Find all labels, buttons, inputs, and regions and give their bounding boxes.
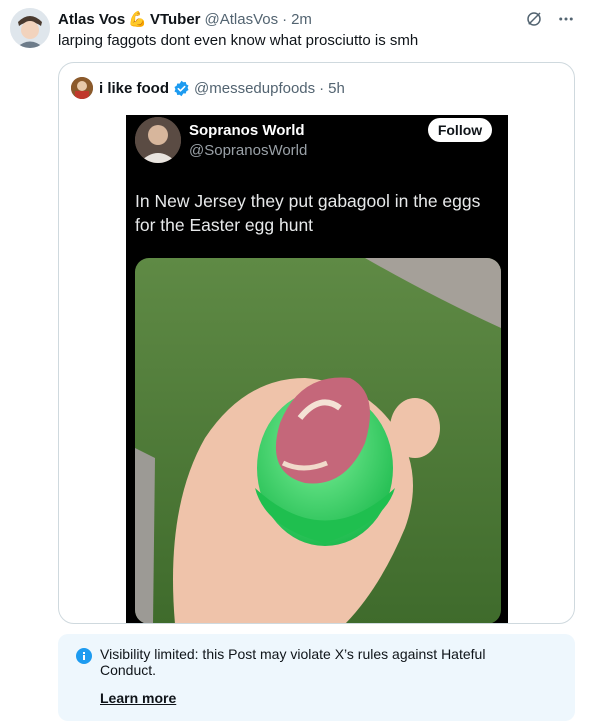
media-author-handle: @SopranosWorld: [189, 142, 308, 159]
grok-icon[interactable]: [523, 8, 545, 30]
quote-separator: ·: [319, 79, 325, 97]
visibility-notice: Visibility limited: this Post may violat…: [58, 634, 575, 721]
quote-header: i like food @messedupfoods · 5h: [71, 77, 345, 99]
quoted-post[interactable]: i like food @messedupfoods · 5h Sopranos…: [58, 62, 575, 624]
author-name-suffix[interactable]: VTuber: [150, 11, 201, 28]
post-header: Atlas Vos 💪 VTuber @AtlasVos · 2m: [58, 9, 312, 29]
more-icon[interactable]: [555, 8, 577, 30]
media-author-name: Sopranos World: [189, 122, 305, 139]
flexed-bicep-emoji: 💪: [128, 11, 147, 28]
post-time[interactable]: 2m: [291, 11, 312, 28]
post: Atlas Vos 💪 VTuber @AtlasVos · 2m larpin…: [0, 0, 591, 727]
info-icon: [76, 648, 92, 664]
quote-author-handle[interactable]: @messedupfoods: [194, 80, 315, 97]
verified-badge-icon: [173, 80, 190, 97]
header-separator: ·: [282, 10, 288, 28]
post-text: larping faggots dont even know what pros…: [58, 32, 419, 49]
visibility-notice-text: Visibility limited: this Post may violat…: [100, 646, 486, 678]
quote-media-screenshot[interactable]: Sopranos World @SopranosWorld Follow In …: [126, 115, 508, 623]
media-author-avatar: [135, 117, 181, 163]
egg-photo: [135, 258, 501, 623]
media-post-text: In New Jersey they put gabagool in the e…: [135, 191, 481, 235]
quote-author-avatar[interactable]: [71, 77, 93, 99]
author-avatar[interactable]: [10, 8, 50, 48]
post-actions-top: [523, 8, 577, 30]
media-follow-button: Follow: [428, 118, 492, 142]
quote-author-name[interactable]: i like food: [99, 80, 169, 97]
author-handle[interactable]: @AtlasVos: [205, 11, 279, 28]
learn-more-link[interactable]: Learn more: [100, 690, 176, 706]
quote-time[interactable]: 5h: [328, 80, 345, 97]
author-name[interactable]: Atlas Vos: [58, 11, 125, 28]
